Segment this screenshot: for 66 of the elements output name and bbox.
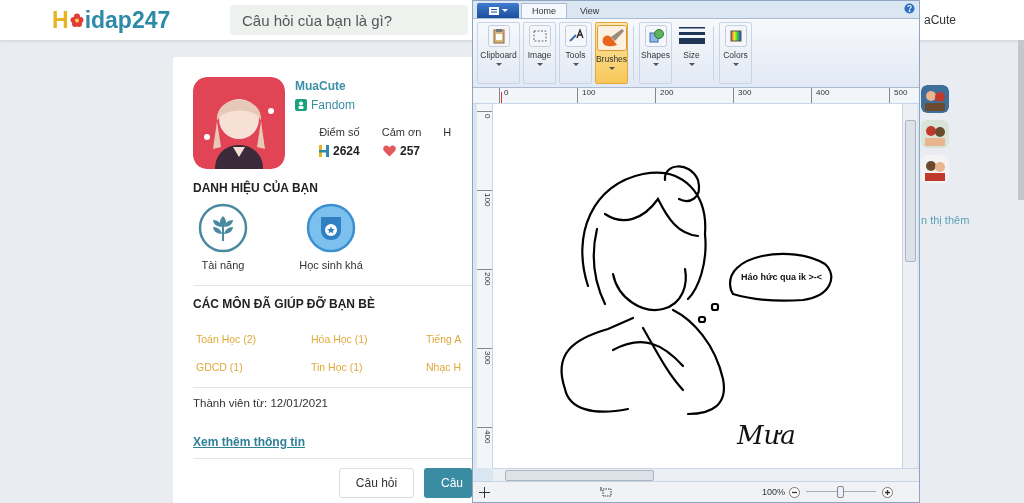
ruler-label: 400 [477,427,492,444]
zoom-level: 100% [761,487,785,497]
palette-icon [724,25,747,47]
help-icon[interactable] [904,3,915,14]
stat-label: Điểm số [319,126,360,138]
move-cursor-icon [479,486,490,498]
section-heading: DANH HIỆU CỦA BẠN [193,181,319,195]
pencil-icon [564,25,587,47]
app-menu-button[interactable] [477,3,519,18]
speech-text: Háo hức qua ik >-< [741,272,823,282]
ruler-label: 100 [577,88,655,103]
shapes-icon [644,25,667,47]
primary-button[interactable]: Câu [424,468,472,498]
page-scrollbar[interactable] [1018,40,1024,200]
ribbon-group-button[interactable]: Clipboard [477,22,520,84]
logo-letter: H [52,6,69,34]
badge-label: Học sinh khá [299,259,363,271]
h-logo-icon [319,145,329,157]
ruler-label: 200 [655,88,733,103]
ruler-label: 0 [477,111,492,190]
ruler-label: 200 [477,269,492,348]
more-info-link[interactable]: Xem thêm thông tin [193,435,305,449]
selection-size-icon [600,486,612,498]
section-heading: CÁC MÔN ĐÃ GIÚP ĐỠ BẠN BÈ [193,297,377,311]
rank-icon [295,99,307,111]
line-width-icon [678,25,705,47]
ribbon-group-button[interactable]: Image [523,22,556,84]
ribbon-group-button[interactable]: Brushes [595,22,628,84]
leaf-badge-icon [198,203,248,253]
ribbon-group-button[interactable]: Size [675,22,708,84]
user-name[interactable]: aCute [922,13,1024,27]
ribbon-group-button[interactable]: Shapes [639,22,672,84]
user-name[interactable]: MuaCute [295,79,452,93]
shield-badge-icon [306,203,356,253]
rank-label: Fandom [311,98,356,112]
zoom-out-icon[interactable] [789,486,800,498]
heart-icon [383,145,396,157]
ruler-label: 100 [477,190,492,269]
ribbon-group-button[interactable]: Colors [719,22,752,84]
member-since: Thành viên từ: 12/01/2021 [193,397,329,409]
badge-label: Tài năng [201,259,245,271]
signature-text: Mưa [737,420,796,450]
stat-label: H [443,126,452,138]
document-icon [488,6,499,15]
slider-thumb[interactable] [837,486,844,498]
vertical-scrollbar[interactable] [902,104,917,468]
question-button[interactable]: Câu hỏi [339,468,415,498]
zoom-in-icon[interactable] [882,486,893,498]
selection-icon [528,25,551,47]
search-field[interactable]: Câu hỏi của bạn là gì? [230,5,468,35]
ribbon-tab[interactable]: View [569,3,611,18]
clipboard-icon [487,25,510,47]
horizontal-scrollbar[interactable] [493,468,919,481]
stat-value: 257 [400,144,421,158]
drawing-canvas[interactable]: Háo hức qua ik >-< Mưa [493,104,902,468]
brush-icon [596,25,627,51]
ribbon-tab[interactable]: Home [521,3,567,18]
ruler-label: 400 [811,88,889,103]
ruler-label: 300 [477,348,492,427]
ruler-label: 300 [733,88,811,103]
flower-icon [69,13,84,27]
stat-value: 2624 [333,144,360,158]
logo-text: idap247 [84,6,171,34]
stat-label: Cảm ơn [381,126,422,138]
ribbon-group-button[interactable]: Tools [559,22,592,84]
ruler-label: 500 [889,88,967,103]
